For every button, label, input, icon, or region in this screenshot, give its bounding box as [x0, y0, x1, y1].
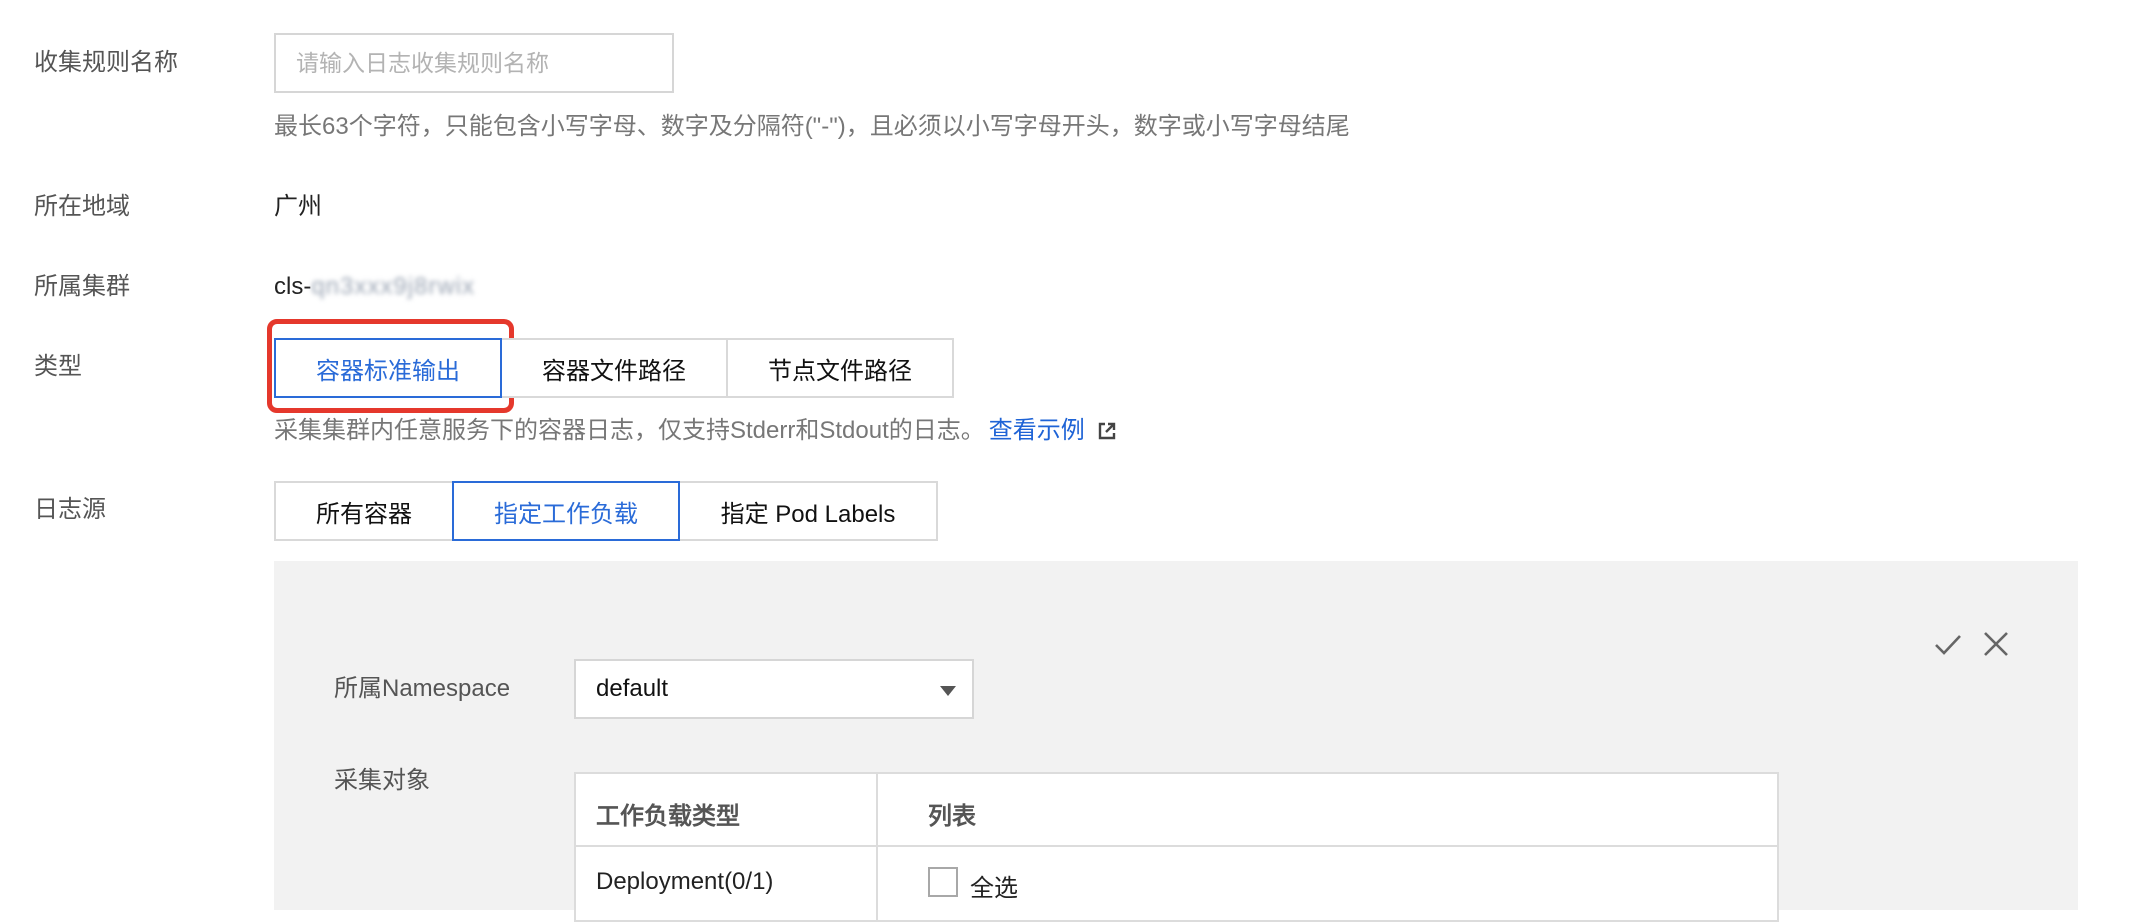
view-example-link[interactable]: 查看示例: [989, 416, 1085, 446]
region-value: 广州: [274, 193, 322, 220]
rule-name-label: 收集规则名称: [34, 49, 178, 76]
log-source-pod-labels[interactable]: 指定 Pod Labels: [678, 481, 938, 541]
table-row-deployment[interactable]: Deployment(0/1): [596, 868, 773, 896]
chevron-down-icon: [940, 686, 956, 696]
log-source-label: 日志源: [34, 496, 106, 523]
select-all-label[interactable]: 全选: [970, 868, 1018, 903]
type-hint: 采集集群内任意服务下的容器日志，仅支持Stderr和Stdout的日志。: [274, 417, 985, 444]
namespace-value: default: [596, 675, 669, 702]
target-label: 采集对象: [334, 767, 430, 794]
log-source-all-containers[interactable]: 所有容器: [274, 481, 454, 541]
cluster-id-obscured: qn3xxx9j8rwix: [311, 273, 476, 300]
type-option-node-file[interactable]: 节点文件路径: [726, 338, 954, 398]
workload-table: [574, 772, 1779, 922]
namespace-select[interactable]: default: [574, 659, 974, 719]
external-link-icon[interactable]: [1097, 421, 1117, 441]
log-source-workload[interactable]: 指定工作负载: [452, 481, 680, 541]
cluster-value: cls-qn3xxx9j8rwix: [274, 272, 475, 302]
table-header-list: 列表: [928, 803, 976, 830]
cluster-id-prefix: cls-: [274, 273, 312, 300]
rule-name-hint: 最长63个字符，只能包含小写字母、数字及分隔符("-")，且必须以小写字母开头，…: [274, 113, 1350, 140]
type-label: 类型: [34, 353, 82, 380]
check-icon[interactable]: [1932, 628, 1964, 660]
region-label: 所在地域: [34, 193, 130, 220]
cluster-label: 所属集群: [34, 273, 130, 300]
close-icon[interactable]: [1980, 628, 2012, 660]
table-column-divider: [876, 774, 878, 920]
table-row-divider: [576, 845, 1777, 847]
rule-name-input[interactable]: [274, 33, 674, 93]
type-option-container-file[interactable]: 容器文件路径: [500, 338, 728, 398]
table-header-workload-type: 工作负载类型: [596, 803, 740, 830]
select-all-checkbox[interactable]: [928, 867, 958, 897]
namespace-label: 所属Namespace: [334, 675, 511, 702]
type-hint-row: 采集集群内任意服务下的容器日志，仅支持Stderr和Stdout的日志。 查看示…: [274, 416, 1117, 446]
type-option-stdout[interactable]: 容器标准输出: [274, 338, 502, 398]
